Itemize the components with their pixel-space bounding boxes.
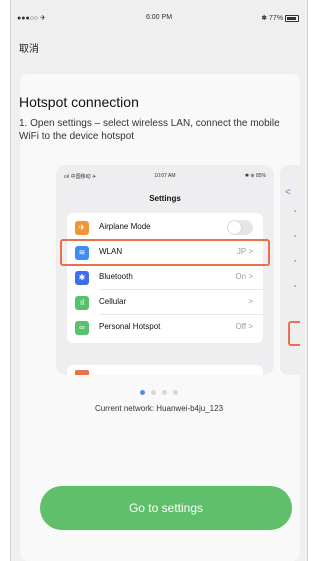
bluetooth-icon: ✱ [75,271,89,285]
airplane-toggle[interactable] [227,220,253,235]
page-dot[interactable] [173,390,178,395]
red-app-icon [75,370,89,375]
peek-dot [294,260,296,262]
next-slide-preview: < [280,165,300,375]
settings-row-value: Off > [235,322,253,331]
instruction-text: 1. Open settings – select wireless LAN, … [19,118,280,142]
page-indicator[interactable] [0,382,318,400]
peek-dot [294,285,296,287]
settings-row-label: Airplane Mode [99,222,151,231]
settings-header: Settings [149,194,181,203]
hotspot-icon: ∞ [75,321,89,335]
settings-row[interactable]: ✱ Bluetooth On > [67,265,263,290]
settings-row-label: Cellular [99,297,127,306]
settings-row-label: Bluetooth [99,272,133,281]
page-dot[interactable] [140,390,145,395]
battery-icon [285,14,299,22]
settings-list: ✈ Airplane Mode ≋ WLAN JP > ✱ Bluetooth On > ıl C… [67,213,263,343]
go-to-settings-button[interactable]: Go to settings [40,486,292,530]
airplane-icon: ✈ [75,221,89,235]
settings-row-label: Personal Hotspot [99,322,161,331]
battery-status: ✱ 77% [261,14,299,22]
settings-row-value: On > [235,272,253,281]
page-dot[interactable] [162,390,167,395]
cancel-button[interactable]: 取消 [19,40,39,55]
settings-row[interactable]: ıl Cellular > [67,290,263,315]
peek-highlight [288,321,300,346]
settings-row[interactable]: ∞ Personal Hotspot Off > [67,315,263,340]
settings-screenshot: ıııl 中国移动 ✈ 10:07 AM ✱ ⊕ 85% Settings ✈ A… [56,165,274,375]
settings-row-value: > [248,297,253,306]
settings-row[interactable]: ✈ Airplane Mode [67,215,263,240]
peek-dot [294,210,296,212]
cellular-icon: ıl [75,296,89,310]
peek-dot [294,235,296,237]
phone-battery: ✱ ⊕ 85% [244,173,266,179]
phone-time: 10:07 AM [154,173,176,179]
current-network: Current network: Huanwei-b4ju_123 [94,404,224,413]
back-chevron-icon: < [285,187,291,198]
page-dot[interactable] [151,390,156,395]
partial-row [67,365,263,375]
page-title: Hotspot connection [19,94,139,110]
status-bar: ●●●○○ ✈ 6:00 PM ✱ 77% [11,0,307,28]
wlan-highlight [60,239,270,266]
